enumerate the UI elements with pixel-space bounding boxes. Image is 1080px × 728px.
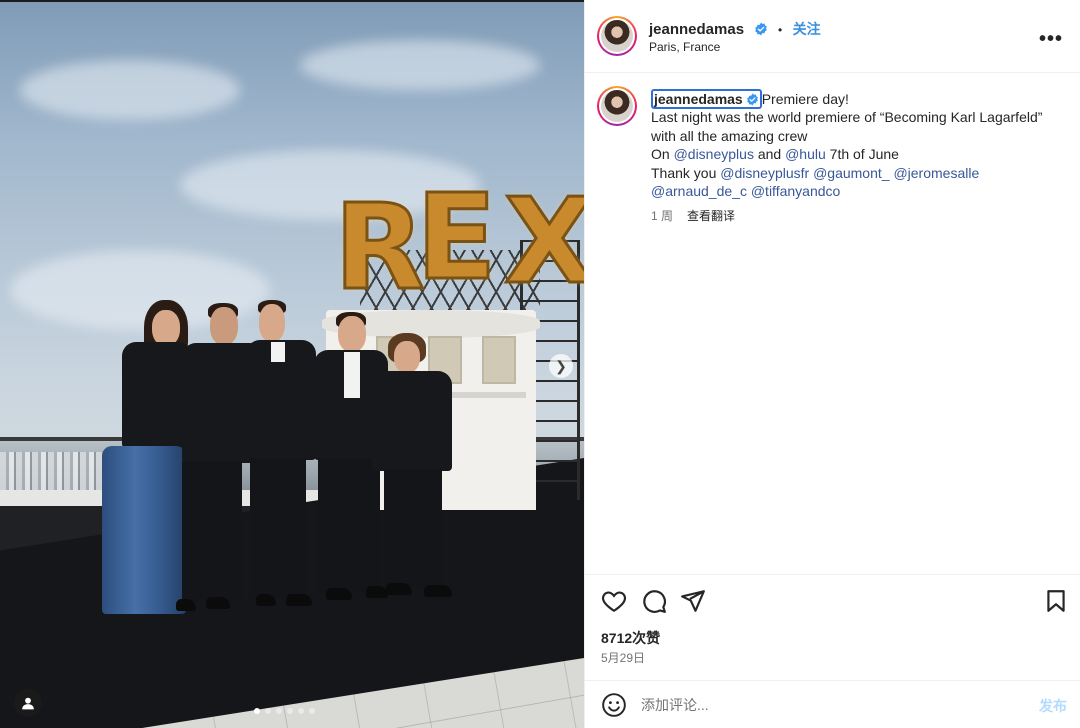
shoe: [424, 585, 452, 597]
see-translation-link[interactable]: 查看翻译: [687, 209, 735, 223]
suit-jacket: [372, 371, 452, 471]
caption-line-4-prefix: Thank you: [651, 164, 721, 181]
avatar-image: [601, 20, 633, 52]
face: [338, 316, 366, 352]
tower-window: [482, 336, 516, 384]
carousel-dot: [309, 708, 315, 714]
comment-bar: 发布: [585, 680, 1080, 728]
caption-username: jeannedamas: [654, 91, 743, 107]
caption-area: jeannedamas Premiere day! Last night was…: [585, 74, 1080, 574]
shoe: [256, 594, 276, 606]
action-bar: [585, 574, 1080, 626]
caption-line-2: Last night was the world premiere of “Be…: [651, 109, 1043, 144]
avatar[interactable]: [597, 16, 637, 56]
post-header: jeannedamas • 关注 Paris, France •••: [585, 0, 1080, 73]
comment-bubble-icon[interactable]: [641, 588, 667, 614]
caption-line-1: Premiere day!: [761, 91, 849, 107]
carousel-dot: [254, 708, 260, 714]
verified-badge-icon: [746, 93, 758, 106]
bookmark-icon[interactable]: [1043, 588, 1069, 614]
shoe: [386, 583, 412, 595]
location-link[interactable]: Paris, France: [649, 40, 720, 54]
caption-meta: 1 周查看翻译: [651, 207, 735, 224]
carousel-dots: [254, 708, 315, 714]
mention-link[interactable]: @hulu: [785, 146, 826, 162]
mention-link[interactable]: @arnaud_de_c: [651, 183, 747, 199]
avatar-image: [601, 90, 633, 122]
mention-link[interactable]: @jeromesalle: [893, 165, 979, 181]
shirt-collar: [271, 342, 285, 362]
shoe: [176, 599, 196, 611]
face: [210, 307, 238, 345]
paper-plane-icon[interactable]: [680, 588, 706, 614]
carousel-dot: [265, 708, 271, 714]
shoe: [206, 597, 230, 609]
trousers: [318, 458, 380, 592]
mention-link[interactable]: @gaumont_: [813, 165, 889, 181]
sign-letter-x: X: [503, 172, 584, 310]
shoe: [326, 588, 352, 600]
post-age: 1 周: [651, 209, 674, 223]
likes-count[interactable]: 8712次赞: [601, 628, 660, 648]
face: [259, 304, 285, 342]
post-image[interactable]: R E X ❯: [0, 0, 584, 728]
post-side-panel: jeannedamas • 关注 Paris, France ••• jeann…: [584, 0, 1080, 728]
trousers: [384, 469, 442, 587]
cloud: [20, 60, 240, 120]
wide-jeans: [102, 446, 186, 614]
sign-letter-r: R: [333, 178, 427, 316]
caption-line-3-mid: and: [753, 146, 786, 163]
trousers: [250, 458, 306, 598]
post-comment-button[interactable]: 发布: [1039, 696, 1067, 716]
cloud: [300, 40, 540, 90]
mention-link[interactable]: @tiffanyandco: [751, 183, 840, 199]
carousel-next-button[interactable]: ❯: [549, 354, 573, 378]
more-options-icon[interactable]: •••: [1039, 28, 1063, 51]
smiley-icon[interactable]: [601, 692, 627, 718]
caption-avatar[interactable]: [597, 86, 637, 126]
person-man-2: [246, 300, 318, 610]
comment-input[interactable]: [641, 693, 1011, 717]
chevron-right-icon: ❯: [555, 358, 567, 374]
caption-text: jeannedamas Premiere day! Last night was…: [651, 89, 1061, 200]
trousers: [182, 461, 242, 601]
dot-separator: •: [777, 23, 783, 37]
follow-button[interactable]: 关注: [793, 21, 821, 37]
user-tag-icon: [22, 697, 34, 710]
carousel-dot: [287, 708, 293, 714]
tagged-users-button[interactable]: [14, 689, 42, 717]
post-date: 5月29日: [601, 651, 646, 665]
mention-link[interactable]: @disneyplusfr: [720, 165, 809, 181]
caption-username-link[interactable]: jeannedamas: [651, 89, 762, 109]
carousel-dot: [298, 708, 304, 714]
window-edge: [0, 0, 584, 2]
person-man-4: [372, 333, 456, 605]
face: [394, 341, 420, 373]
username-link[interactable]: jeannedamas: [649, 21, 744, 38]
caption-line-3-suffix: 7th of June: [825, 146, 899, 163]
sign-letter-e: E: [415, 168, 499, 306]
carousel-dot: [276, 708, 282, 714]
mention-link[interactable]: @disneyplus: [674, 146, 754, 162]
shoe: [286, 594, 312, 606]
heart-icon[interactable]: [601, 588, 627, 614]
white-tee: [344, 352, 360, 398]
verified-badge-icon: [754, 22, 767, 36]
caption-line-3-prefix: On: [651, 146, 674, 163]
header-user-line: jeannedamas • 关注: [649, 19, 821, 39]
